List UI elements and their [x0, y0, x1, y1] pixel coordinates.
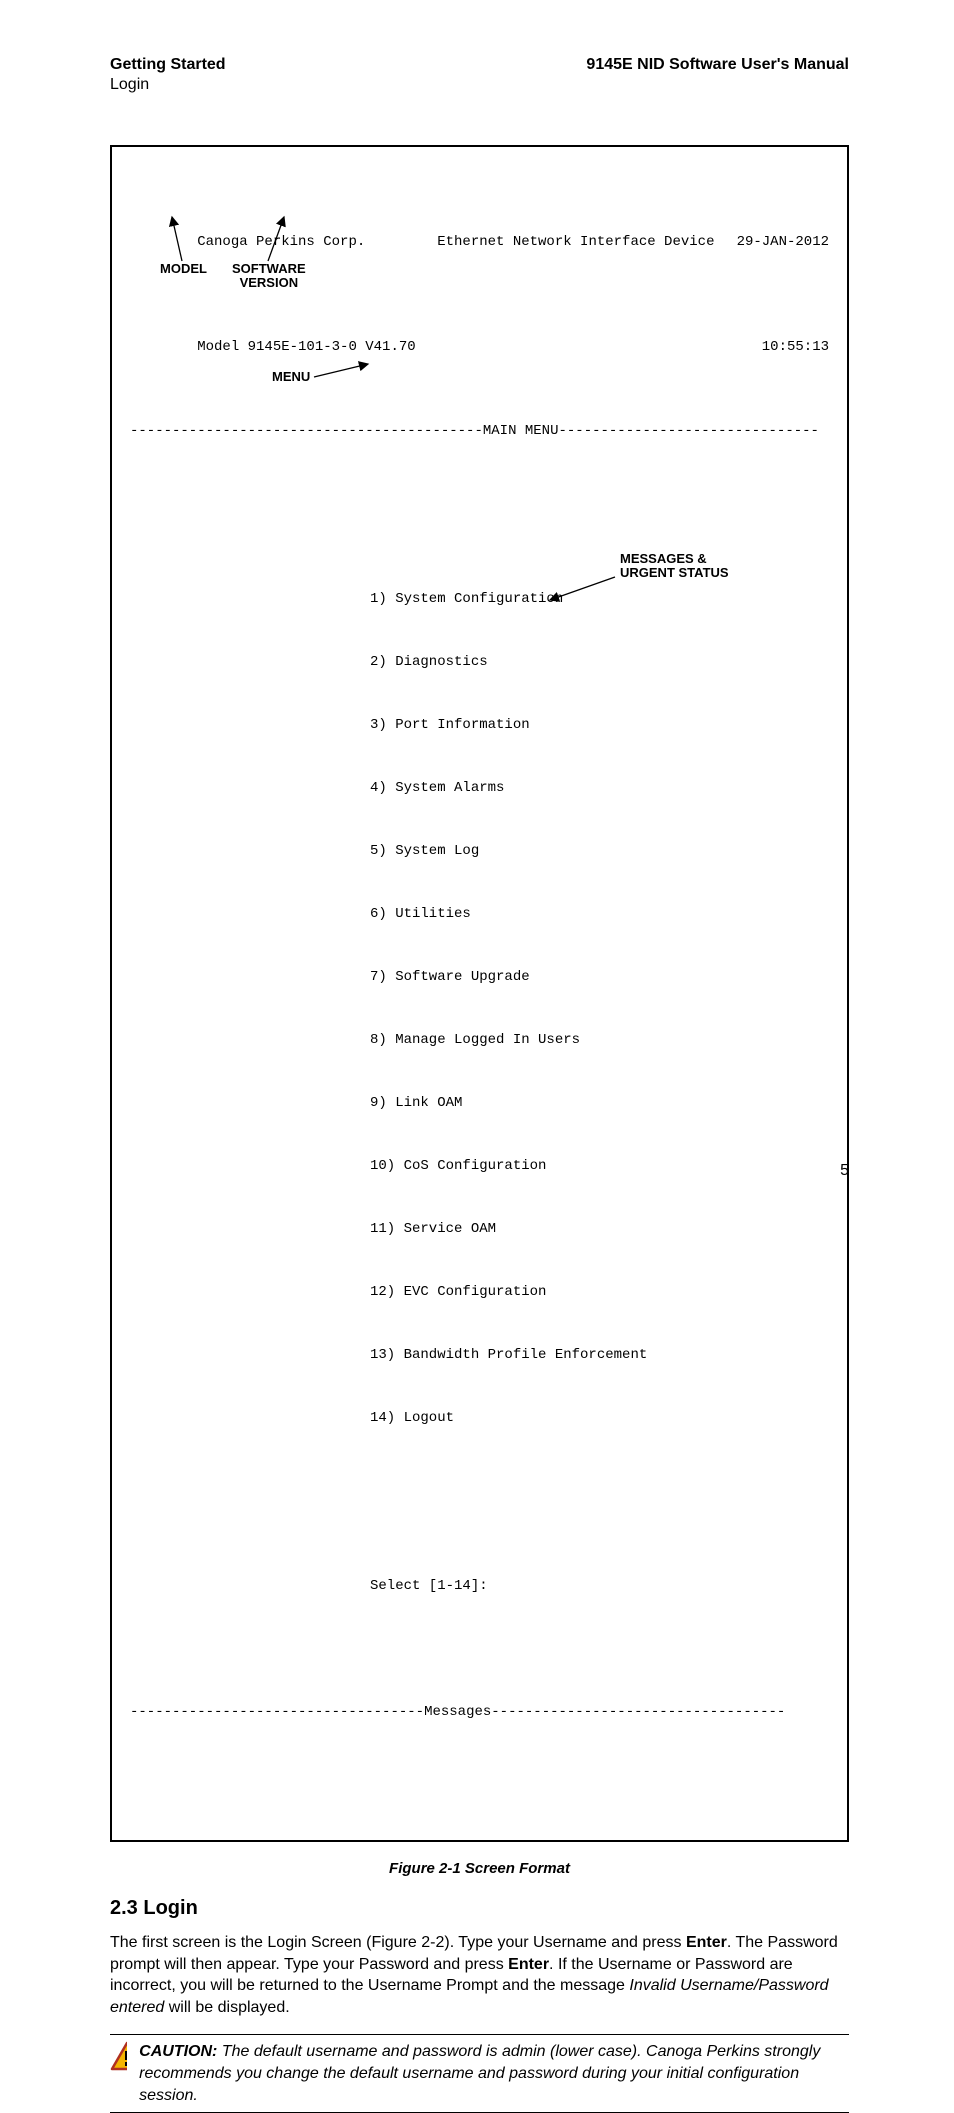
- para-text: will be displayed.: [164, 1999, 289, 2016]
- menu-item: 13) Bandwidth Profile Enforcement: [370, 1347, 647, 1363]
- warning-icon: [110, 2041, 127, 2071]
- menu-item: 7) Software Upgrade: [370, 969, 530, 985]
- page-header: Getting Started Login 9145E NID Software…: [110, 55, 849, 95]
- terminal-messages-divider: -----------------------------------Messa…: [130, 1702, 829, 1723]
- menu-item: 1) System Configuration: [370, 591, 563, 607]
- terminal-menu-list: 1) System Configuration 2) Diagnostics 3…: [130, 547, 829, 1471]
- login-paragraph: The first screen is the Login Screen (Fi…: [110, 1932, 849, 2018]
- para-enter: Enter: [686, 1934, 727, 1951]
- terminal-main-menu-divider: ----------------------------------------…: [130, 421, 829, 442]
- terminal-time: 10:55:13: [762, 337, 829, 358]
- callout-software-version-l1: SOFTWARE: [232, 261, 306, 276]
- terminal-messages-label: Messages: [424, 1704, 491, 1720]
- terminal-main-menu-label: MAIN MENU: [483, 423, 559, 439]
- callout-messages-l2: URGENT STATUS: [620, 565, 729, 580]
- menu-item: 12) EVC Configuration: [370, 1284, 546, 1300]
- menu-item: 3) Port Information: [370, 717, 530, 733]
- para-enter: Enter: [508, 1956, 549, 1973]
- terminal-screen: Canoga Perkins Corp.Ethernet Network Int…: [110, 145, 849, 1842]
- figure-container: Canoga Perkins Corp.Ethernet Network Int…: [110, 145, 849, 1842]
- terminal-model: Model 9145E-101-3-0 V41.70: [197, 337, 437, 358]
- menu-item: 5) System Log: [370, 843, 479, 859]
- caution-body: The default username and password is adm…: [139, 2043, 820, 2103]
- terminal-date: 29-JAN-2012: [737, 232, 829, 253]
- menu-item: 6) Utilities: [370, 906, 471, 922]
- terminal-company: Canoga Perkins Corp.: [197, 232, 437, 253]
- terminal-device: Ethernet Network Interface Device: [437, 232, 714, 253]
- figure-caption: Figure 2-1 Screen Format: [110, 1860, 849, 1877]
- document-page: Getting Started Login 9145E NID Software…: [0, 0, 954, 1235]
- section-heading: 2.3 Login: [110, 1897, 849, 1920]
- terminal-select-prompt: Select [1-14]:: [370, 1578, 488, 1594]
- page-number: 5: [840, 1162, 849, 1180]
- menu-item: 9) Link OAM: [370, 1095, 462, 1111]
- callout-messages-l1: MESSAGES &: [620, 551, 707, 566]
- callout-software-version-l2: VERSION: [240, 275, 299, 290]
- callout-menu: MENU: [272, 370, 310, 384]
- para-text: The first screen is the Login Screen (Fi…: [110, 1934, 686, 1951]
- menu-item: 8) Manage Logged In Users: [370, 1032, 580, 1048]
- callout-model: MODEL: [160, 262, 207, 276]
- header-left-sub: Login: [110, 75, 226, 95]
- caution-block: CAUTION: The default username and passwo…: [110, 2034, 849, 2113]
- menu-item: 14) Logout: [370, 1410, 454, 1426]
- caution-text: CAUTION: The default username and passwo…: [139, 2041, 849, 2106]
- menu-item: 2) Diagnostics: [370, 654, 488, 670]
- caution-label: CAUTION:: [139, 2043, 217, 2060]
- header-left-title: Getting Started: [110, 55, 226, 75]
- menu-item: 10) CoS Configuration: [370, 1158, 546, 1174]
- header-right-title: 9145E NID Software User's Manual: [586, 55, 849, 75]
- menu-item: 4) System Alarms: [370, 780, 504, 796]
